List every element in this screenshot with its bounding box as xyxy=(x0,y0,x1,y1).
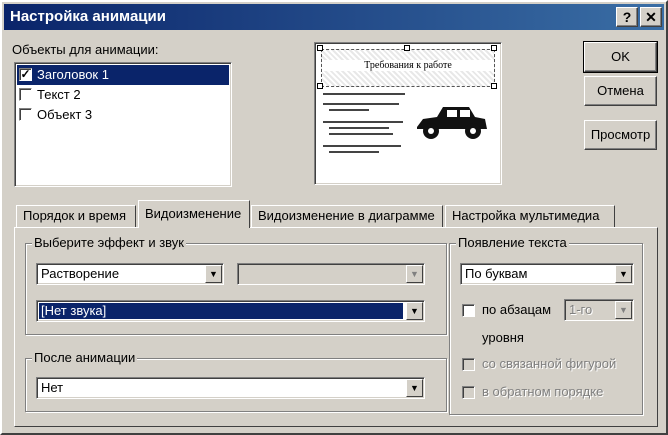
chevron-down-icon[interactable]: ▼ xyxy=(205,265,222,283)
resize-handle-icon xyxy=(491,83,497,89)
slide-title: Требования к работе xyxy=(322,60,494,71)
direction-select: ▼ xyxy=(237,263,425,285)
list-item-label: Текст 2 xyxy=(37,87,81,102)
bullet-text-line xyxy=(323,93,405,95)
tab-order-timing[interactable]: Порядок и время xyxy=(16,205,136,227)
tab-effects[interactable]: Видоизменение xyxy=(138,200,250,228)
by-paragraph-label: по абзацам xyxy=(482,302,552,317)
chevron-down-icon[interactable]: ▼ xyxy=(406,379,423,397)
custom-animation-dialog: Настройка анимации ? ✕ Объекты для анима… xyxy=(0,0,668,435)
reverse-order-checkbox xyxy=(462,386,475,399)
text-appearance-group-title: Появление текста xyxy=(456,235,569,250)
close-button[interactable]: ✕ xyxy=(640,7,662,27)
bullet-text-line xyxy=(323,145,401,147)
chevron-down-icon: ▼ xyxy=(406,265,423,283)
bullet-text-line xyxy=(323,103,399,105)
bullet-text-line xyxy=(329,133,393,135)
tab-panel: Выберите эффект и звук Растворение ▼ ▼ [… xyxy=(14,227,658,427)
tab-multimedia[interactable]: Настройка мультимедиа xyxy=(445,205,615,227)
help-button[interactable]: ? xyxy=(616,7,638,27)
chevron-down-icon: ▼ xyxy=(615,301,632,319)
list-item[interactable]: Объект 3 xyxy=(17,105,229,125)
car-icon xyxy=(417,107,487,139)
checkbox[interactable] xyxy=(19,88,32,101)
text-mode-value: По буквам xyxy=(465,266,528,281)
after-animation-select[interactable]: Нет ▼ xyxy=(36,377,425,399)
list-item-label: Заголовок 1 xyxy=(37,67,109,82)
effect-select[interactable]: Растворение ▼ xyxy=(36,263,224,285)
list-item-label: Объект 3 xyxy=(37,107,93,122)
checkbox[interactable] xyxy=(19,108,32,121)
preview-button[interactable]: Просмотр xyxy=(584,120,657,150)
title-bar: Настройка анимации ? ✕ xyxy=(4,4,664,30)
objects-listbox[interactable]: ✓ Заголовок 1 Текст 2 Объект 3 xyxy=(14,62,232,187)
bullet-text-line xyxy=(329,151,379,153)
after-animation-group: После анимации Нет ▼ xyxy=(25,350,447,412)
checkbox-checked[interactable]: ✓ xyxy=(19,68,32,81)
level-suffix-label: уровня xyxy=(482,330,524,345)
level-select: 1-го ▼ xyxy=(564,299,634,321)
slide-preview: Требования к работе xyxy=(314,42,502,185)
bullet-list xyxy=(323,91,413,171)
chevron-down-icon[interactable]: ▼ xyxy=(615,265,632,283)
after-animation-group-title: После анимации xyxy=(32,350,138,365)
level-value: 1-го xyxy=(569,302,593,317)
effect-sound-group: Выберите эффект и звук Растворение ▼ ▼ [… xyxy=(25,235,447,335)
title-placeholder: Требования к работе xyxy=(321,49,495,87)
by-paragraph-checkbox[interactable] xyxy=(462,304,475,317)
attached-shape-label: со связанной фигурой xyxy=(482,356,617,371)
reverse-order-label: в обратном порядке xyxy=(482,384,604,399)
chevron-down-icon[interactable]: ▼ xyxy=(406,302,423,320)
resize-handle-icon xyxy=(317,45,323,51)
effect-select-value: Растворение xyxy=(41,266,120,281)
bullet-text-line xyxy=(329,109,369,111)
text-appearance-group: Появление текста По буквам ▼ по абзацам … xyxy=(449,235,643,415)
sound-select[interactable]: [Нет звука] ▼ xyxy=(36,300,425,322)
bullet-text-line xyxy=(329,127,389,129)
list-item[interactable]: Текст 2 xyxy=(17,85,229,105)
window-title: Настройка анимации xyxy=(10,8,166,25)
bullet-text-line xyxy=(323,121,403,123)
ok-button[interactable]: OK xyxy=(583,41,658,73)
text-mode-select[interactable]: По буквам ▼ xyxy=(460,263,634,285)
resize-handle-icon xyxy=(491,45,497,51)
after-animation-value: Нет xyxy=(41,380,64,395)
resize-handle-icon xyxy=(317,83,323,89)
list-item[interactable]: ✓ Заголовок 1 xyxy=(17,65,229,85)
resize-handle-icon xyxy=(404,45,410,51)
cancel-button[interactable]: Отмена xyxy=(584,76,657,106)
objects-label: Объекты для анимации: xyxy=(12,42,159,57)
attached-shape-checkbox xyxy=(462,358,475,371)
sound-select-value: [Нет звука] xyxy=(41,303,107,318)
tab-chart-effects[interactable]: Видоизменение в диаграмме xyxy=(251,205,443,227)
effect-sound-group-title: Выберите эффект и звук xyxy=(32,235,186,250)
